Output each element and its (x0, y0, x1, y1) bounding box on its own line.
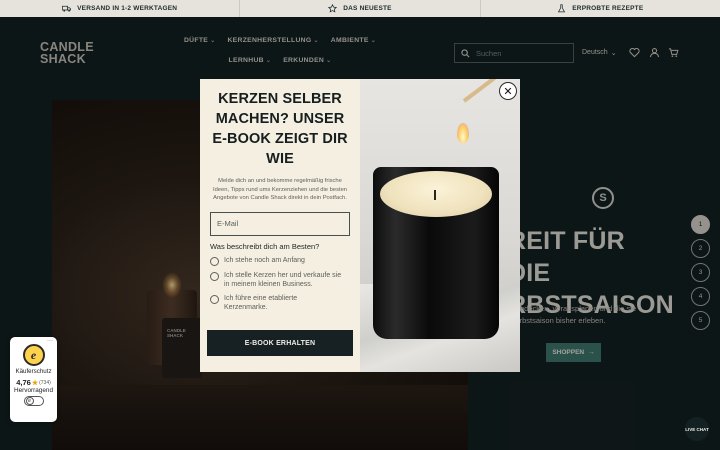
question-label: Was beschreibt dich am Besten? (210, 241, 320, 251)
trust-seal-icon: e (22, 344, 45, 366)
star-icon (328, 4, 338, 13)
radio-option-beginner[interactable]: Ich stehe noch am Anfang (210, 256, 353, 266)
flask-icon (558, 4, 566, 13)
trust-rating: 4,76 ★ (734) (10, 378, 57, 387)
modal-form-panel: KERZEN SELBER MACHEN? UNSER E-BOOK ZEIGT… (200, 79, 360, 372)
topbar-item-new[interactable]: DAS NEUESTE (240, 0, 481, 17)
radio-label: Ich stehe noch am Anfang (224, 256, 305, 264)
radio-button[interactable] (210, 271, 219, 281)
topbar-item-recipes[interactable]: ERPROBTE REZEPTE (481, 0, 720, 17)
trust-badge[interactable]: ··· e Käuferschutz 4,76 ★ (734) Hervorra… (10, 337, 57, 422)
radio-button[interactable] (210, 256, 219, 266)
topbar-item-shipping[interactable]: VERSAND IN 1-2 WERKTAGEN (0, 0, 241, 17)
rating-value: 4,76 (16, 378, 31, 387)
modal-description: Melde dich an und bekomme regelmäßig fri… (212, 178, 348, 201)
radio-label: Ich führe eine etablierte Kerzenmarke. (224, 294, 298, 311)
radio-option-small-business[interactable]: Ich stelle Kerzen her und verkaufe sie i… (210, 271, 353, 289)
match-flame (457, 123, 469, 143)
trust-toggle-icon: e (25, 397, 34, 405)
modal-candle-image (360, 79, 520, 372)
trust-toggle[interactable]: e (23, 396, 44, 406)
modal-title: KERZEN SELBER MACHEN? UNSER E-BOOK ZEIGT… (212, 91, 348, 167)
truck-icon (62, 5, 72, 12)
candle-wick (434, 190, 436, 200)
trust-verdict: Hervorragend (13, 387, 54, 394)
candle-wax (380, 171, 492, 217)
radio-group: Ich stehe noch am Anfang Ich stelle Kerz… (210, 256, 353, 312)
star-icon: ★ (31, 379, 39, 387)
get-ebook-button[interactable]: E-BOOK ERHALTEN (207, 330, 353, 356)
live-chat-button[interactable]: LIVE CHAT (685, 417, 709, 441)
more-icon[interactable]: ··· (47, 338, 53, 344)
topbar-label: DAS NEUESTE (343, 5, 392, 12)
radio-label: Ich stelle Kerzen her und verkaufe sie i… (224, 271, 342, 288)
topbar-label: VERSAND IN 1-2 WERKTAGEN (77, 5, 178, 12)
trust-label: Käuferschutz (15, 368, 52, 375)
topbar-label: ERPROBTE REZEPTE (572, 5, 644, 12)
newsletter-modal: KERZEN SELBER MACHEN? UNSER E-BOOK ZEIGT… (200, 79, 520, 372)
radio-button[interactable] (210, 294, 219, 304)
email-field[interactable] (210, 211, 350, 236)
close-icon[interactable]: ✕ (499, 82, 517, 100)
radio-option-established-brand[interactable]: Ich führe eine etablierte Kerzenmarke. (210, 294, 353, 312)
rating-count: (734) (39, 379, 51, 386)
announcement-bar: VERSAND IN 1-2 WERKTAGEN DAS NEUESTE ERP… (0, 0, 720, 17)
